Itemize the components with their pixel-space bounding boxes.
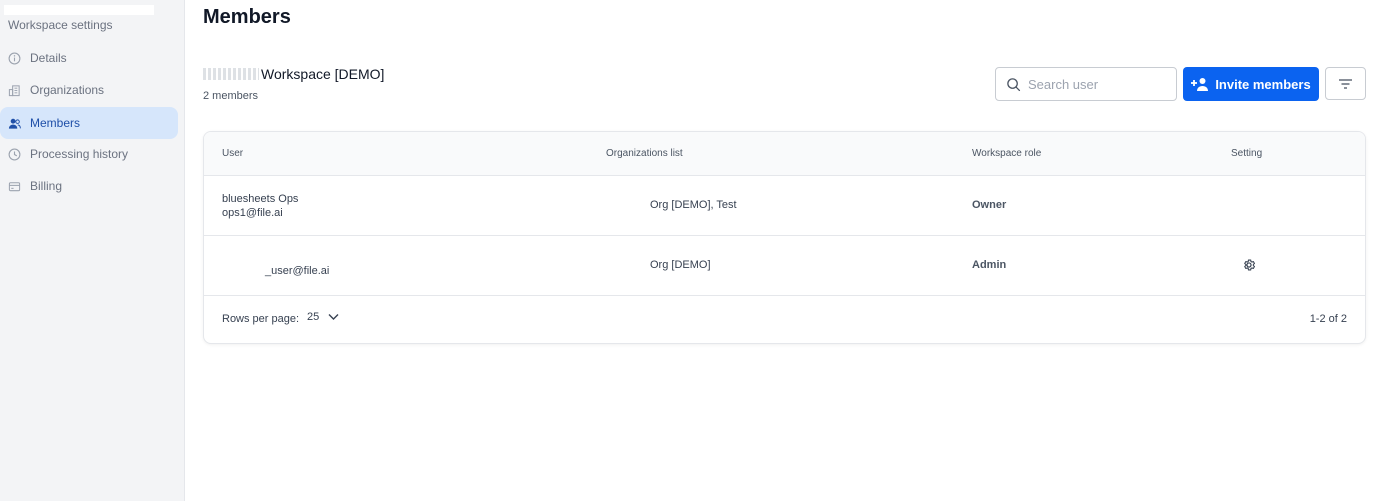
organizations-list: Org [DEMO], Test [650, 199, 737, 211]
organizations-list: Org [DEMO] [650, 259, 711, 271]
sidebar-item-label: Details [30, 51, 67, 65]
user-email: _user@file.ai [265, 265, 330, 277]
redacted-text [203, 68, 259, 80]
column-header-setting: Setting [1231, 148, 1263, 159]
member-count: 2 members [203, 90, 259, 102]
gear-icon[interactable] [1242, 258, 1256, 272]
pagination-info: 1-2 of 2 [1309, 313, 1347, 325]
sidebar: Workspace settings Details Organizations… [0, 0, 185, 501]
user-name: bluesheets Ops [222, 193, 299, 205]
search-icon [1007, 77, 1021, 91]
invite-members-button[interactable]: Invite members [1183, 67, 1319, 101]
workspace-name-text: Workspace [DEMO] [261, 66, 385, 82]
sidebar-item-label: Members [30, 116, 81, 130]
table-footer: Rows per page: 25 1-2 of 2 [204, 296, 1365, 343]
sidebar-item-processing-history[interactable]: Processing history [0, 138, 178, 170]
search-input[interactable] [1028, 76, 1168, 92]
workspace-name: Workspace [DEMO] [203, 66, 384, 82]
workspace-role: Owner [972, 199, 1007, 211]
sidebar-item-label: Organizations [30, 83, 105, 97]
members-table: User Organizations list Workspace role S… [203, 131, 1366, 344]
table-header: User Organizations list Workspace role S… [204, 132, 1365, 176]
rows-per-page-select[interactable]: 25 [307, 311, 339, 323]
rows-per-page-label: Rows per page: [222, 313, 300, 325]
history-icon [8, 148, 21, 161]
add-user-icon [1191, 78, 1209, 91]
building-icon [8, 84, 21, 97]
sidebar-item-members[interactable]: Members [0, 107, 178, 139]
filter-button[interactable] [1325, 67, 1366, 100]
search-box[interactable] [995, 67, 1177, 101]
info-icon [8, 52, 21, 65]
sidebar-item-billing[interactable]: Billing [0, 170, 178, 202]
sidebar-item-label: Billing [30, 179, 63, 193]
column-header-user: User [222, 148, 244, 159]
filter-icon [1339, 78, 1352, 89]
sidebar-item-details[interactable]: Details [0, 42, 178, 74]
table-row[interactable]: _user@file.ai Org [DEMO] Admin [204, 236, 1365, 296]
user-email: ops1@file.ai [222, 207, 283, 219]
page-title: Members [203, 6, 291, 28]
sidebar-title: Workspace settings [8, 18, 113, 32]
workspace-role: Admin [972, 259, 1007, 271]
column-header-organizations: Organizations list [606, 148, 683, 159]
users-icon [8, 117, 21, 130]
card-icon [8, 180, 21, 193]
redacted-area [4, 5, 154, 15]
table-row[interactable]: bluesheets Ops ops1@file.ai Org [DEMO], … [204, 176, 1365, 236]
sidebar-item-organizations[interactable]: Organizations [0, 74, 178, 106]
column-header-workspace-role: Workspace role [972, 148, 1042, 159]
sidebar-item-label: Processing history [30, 147, 129, 161]
invite-members-label: Invite members [1215, 76, 1311, 92]
rows-per-page-value: 25 [307, 311, 320, 323]
chevron-down-icon [328, 314, 339, 320]
